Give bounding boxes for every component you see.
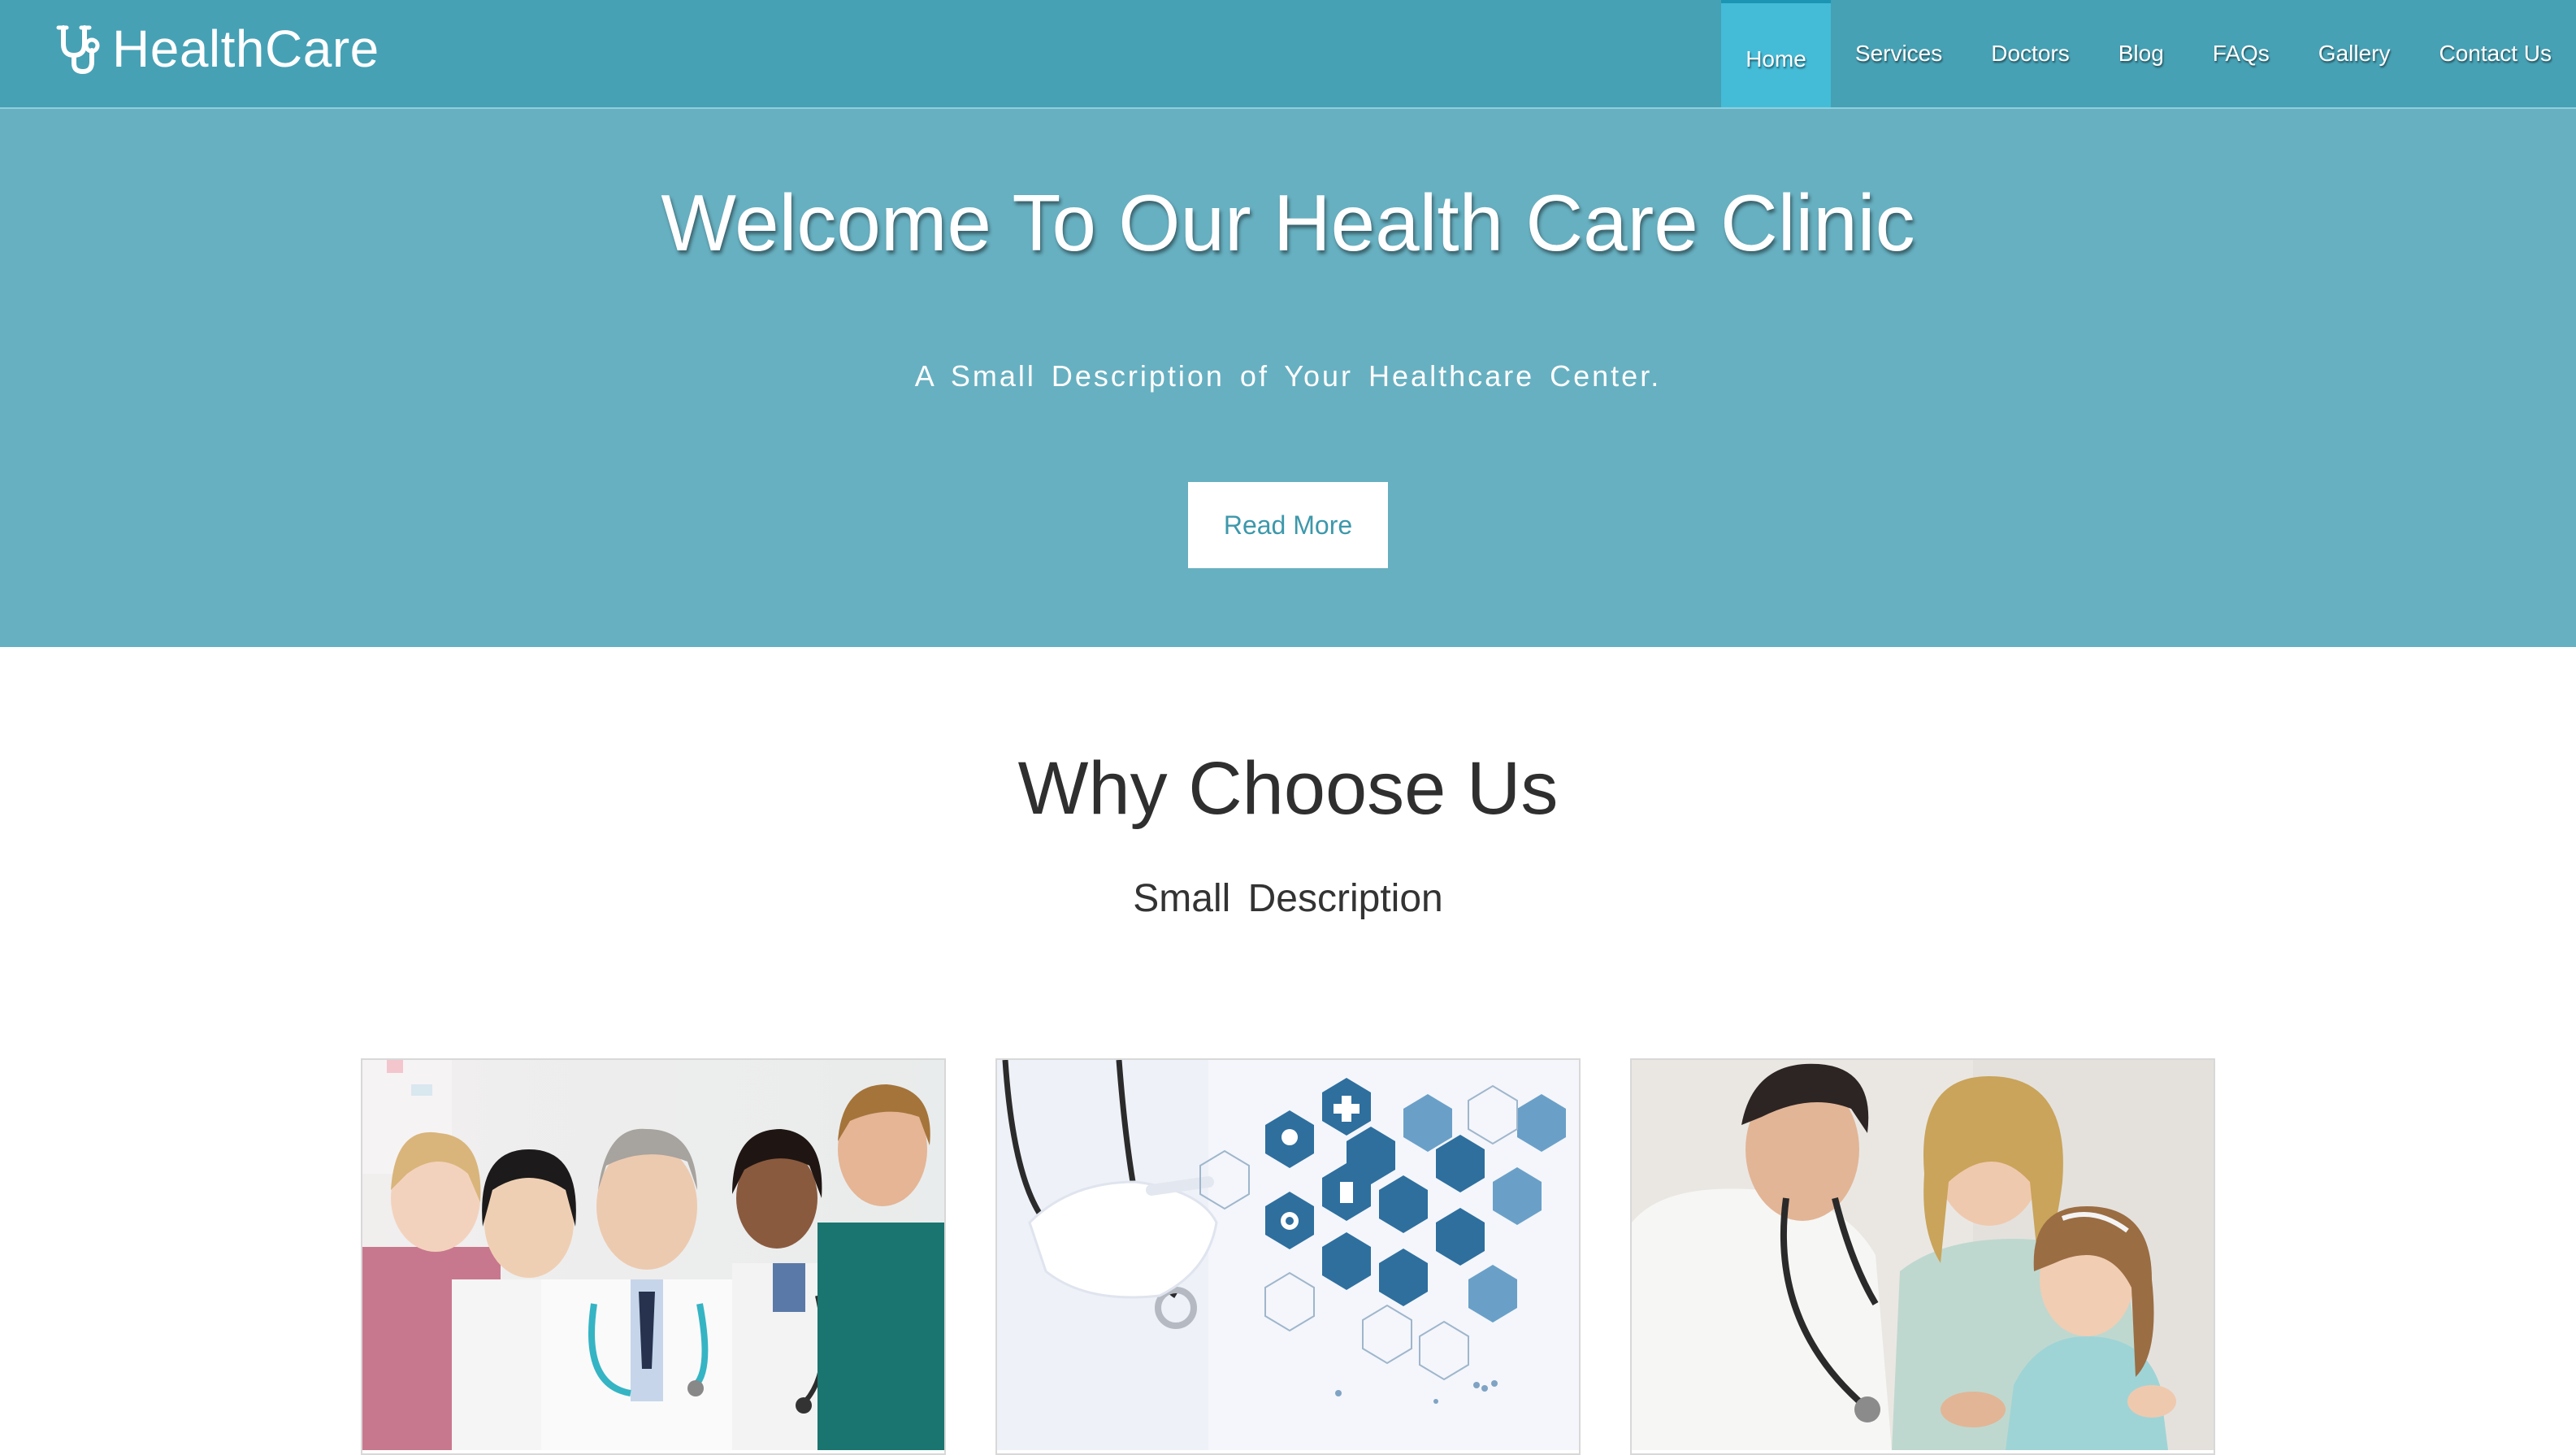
hero-title: Welcome To Our Health Care Clinic <box>661 178 1915 267</box>
feature-card-care[interactable] <box>1630 1058 2215 1455</box>
nav-item-services[interactable]: Services <box>1831 0 1967 107</box>
nav-item-contact-us[interactable]: Contact Us <box>2415 0 2576 107</box>
nav-item-blog[interactable]: Blog <box>2094 0 2188 107</box>
stethoscope-icon <box>56 25 100 75</box>
why-choose-us-subtitle: Small Description <box>1133 877 1443 920</box>
nav-item-gallery[interactable]: Gallery <box>2294 0 2415 107</box>
top-navbar: HealthCare Home Services Doctors Blog FA… <box>0 0 2576 109</box>
doctor-child-patient-photo <box>1632 1060 2214 1450</box>
brand-logo[interactable]: HealthCare <box>54 16 379 81</box>
brand-name: HealthCare <box>112 20 379 78</box>
nav-item-faqs[interactable]: FAQs <box>2188 0 2294 107</box>
medical-technology-photo <box>997 1060 1579 1450</box>
medical-team-photo <box>362 1060 944 1450</box>
feature-cards <box>361 1058 2215 1455</box>
nav-item-doctors[interactable]: Doctors <box>1967 0 2093 107</box>
main-nav: Home Services Doctors Blog FAQs Gallery … <box>1721 0 2576 107</box>
nav-item-home[interactable]: Home <box>1721 0 1831 107</box>
why-choose-us-title: Why Choose Us <box>1017 747 1559 830</box>
feature-card-team[interactable] <box>361 1058 946 1455</box>
hero-subtitle: A Small Description of Your Healthcare C… <box>914 359 1662 393</box>
hero-banner: Welcome To Our Health Care Clinic A Smal… <box>0 109 2576 647</box>
feature-card-technology[interactable] <box>995 1058 1581 1455</box>
read-more-button[interactable]: Read More <box>1188 482 1388 568</box>
